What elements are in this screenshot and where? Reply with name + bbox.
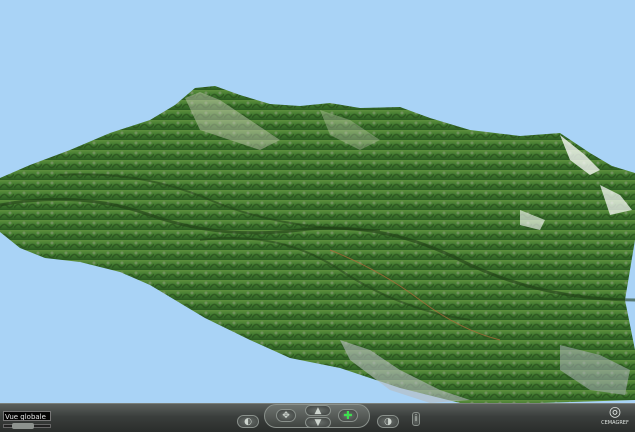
terrain-mass: [0, 86, 635, 403]
zoom-icon[interactable]: ✚: [338, 409, 358, 422]
pan-icon[interactable]: ✥: [276, 409, 296, 422]
tilt-up-icon[interactable]: ▲: [305, 405, 331, 416]
view-name-field[interactable]: Vue globale: [3, 411, 51, 421]
logo-text: CEMAGREF: [601, 420, 629, 426]
info-icon[interactable]: i: [412, 412, 420, 426]
rotate-right-icon[interactable]: ◑: [377, 415, 399, 428]
logo-mark-icon: ◎: [608, 404, 622, 420]
cemagref-logo: ◎ CEMAGREF: [597, 405, 633, 429]
tilt-down-icon[interactable]: ▼: [305, 417, 331, 428]
terrain-render[interactable]: [0, 0, 635, 403]
rotate-left-icon[interactable]: ◐: [237, 415, 259, 428]
terrain-3d-viewport[interactable]: [0, 0, 635, 403]
view-slider-thumb[interactable]: [12, 423, 34, 429]
